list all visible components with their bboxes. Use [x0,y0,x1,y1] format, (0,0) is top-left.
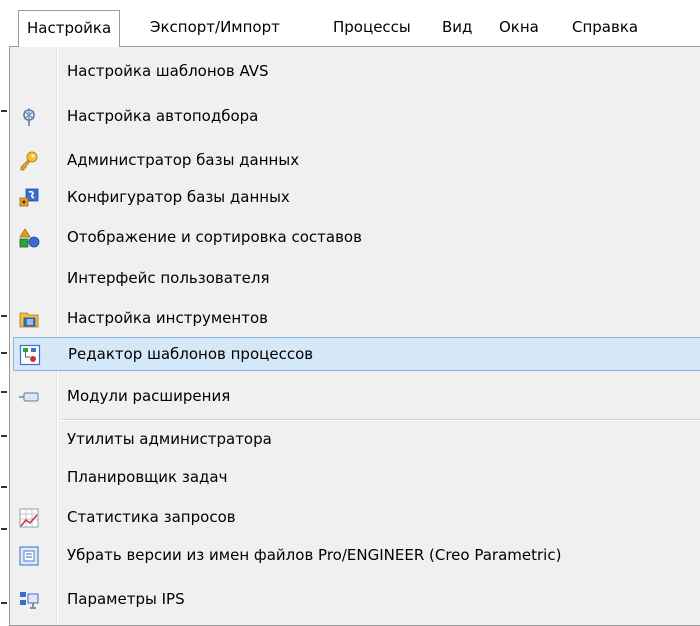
menu-item-label: Статистика запросов [67,508,236,526]
menu-item-remove-proe-versions[interactable]: Убрать версии из имен файлов Pro/ENGINEE… [13,539,700,573]
settings-dropdown-menu: Настройка шаблонов AVS Настройка автопод… [9,46,700,626]
menu-item-label: Отображение и сортировка составов [67,228,362,246]
remove-version-icon [19,546,39,566]
menu-item-label: Убрать версии из имен файлов Pro/ENGINEE… [67,546,562,564]
menu-label: Справка [572,18,639,36]
process-template-icon [19,344,41,366]
menu-item-label: Утилиты администратора [67,430,272,448]
menu-item-label: Конфигуратор базы данных [67,188,290,206]
stats-icon [19,508,39,528]
menu-item-user-interface[interactable]: Интерфейс пользователя [13,262,700,296]
menu-item-label: Настройка инструментов [67,309,268,327]
menu-item-tools-setup[interactable]: Настройка инструментов [13,302,700,336]
menu-export-import[interactable]: Экспорт/Импорт [142,10,288,44]
menu-label: Экспорт/Импорт [150,18,280,36]
menubar: Настройка Экспорт/Импорт Процессы Вид Ок… [0,0,700,47]
autoselect-icon [23,108,35,126]
menu-item-label: Модули расширения [67,387,231,405]
menu-item-avs-templates[interactable]: Настройка шаблонов AVS [13,55,700,89]
menu-item-label: Редактор шаблонов процессов [68,345,314,363]
menu-item-db-configurator[interactable]: Конфигуратор базы данных [13,181,700,215]
menu-item-autoselect[interactable]: Настройка автоподбора [13,100,700,134]
menu-label: Настройка [27,19,112,37]
menu-item-admin-utilities[interactable]: Утилиты администратора [13,423,700,457]
db-configurator-icon [19,188,39,207]
background-window-edge [0,46,9,612]
plugin-icon [19,392,39,402]
menu-nastroyka[interactable]: Настройка [18,10,121,47]
menu-item-extension-modules[interactable]: Модули расширения [13,380,700,414]
tools-icon [19,312,39,328]
menu-item-label: Администратор базы данных [67,151,300,169]
menu-help[interactable]: Справка [564,10,646,44]
menu-label: Вид [442,18,473,36]
menu-item-task-scheduler[interactable]: Планировщик задач [13,461,700,495]
menu-view[interactable]: Вид [434,10,480,44]
menu-item-query-statistics[interactable]: Статистика запросов [13,501,700,535]
menu-label: Процессы [333,18,411,36]
menu-item-label: Интерфейс пользователя [67,269,270,287]
ips-params-icon [20,592,39,609]
menu-item-label: Настройка автоподбора [67,107,259,125]
menu-processes[interactable]: Процессы [325,10,419,44]
menu-item-composition-display[interactable]: Отображение и сортировка составов [13,221,700,255]
menu-label: Окна [499,18,539,36]
menu-item-process-template-editor[interactable]: Редактор шаблонов процессов [13,337,700,371]
menu-separator [60,419,700,421]
menu-item-db-admin[interactable]: Администратор базы данных [13,144,700,178]
menu-item-label: Планировщик задач [67,468,228,486]
key-icon [20,151,38,171]
menu-item-label: Настройка шаблонов AVS [67,62,269,80]
menu-windows[interactable]: Окна [491,10,547,44]
shapes-icon [19,228,40,248]
